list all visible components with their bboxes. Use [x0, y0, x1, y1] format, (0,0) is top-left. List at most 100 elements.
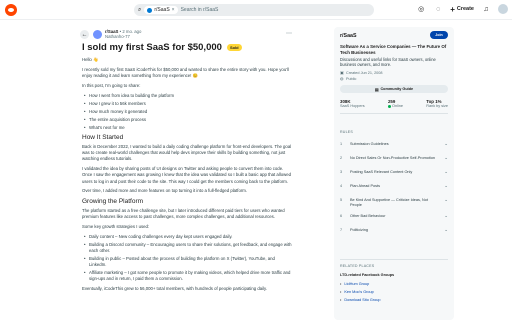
post-flair[interactable]: Sold [226, 44, 242, 51]
post-meta: r/SaaS • 2 mo. ago Nathanho-77 [105, 29, 141, 39]
list-item: What's next for me [84, 125, 292, 131]
post-author-link[interactable]: Nathanho-77 [105, 34, 130, 39]
ads-icon[interactable]: ◎ [416, 3, 426, 15]
list-item: How I grew it to 56k members [84, 101, 292, 107]
stat-members: 308K SaaS Hoppers [340, 99, 365, 108]
search-bar[interactable]: ⌕ r/SaaS × Search in r/SaaS [134, 4, 374, 16]
heading-how-it-started: How It Started [82, 133, 124, 141]
rule-number: 4 [340, 184, 343, 188]
heading-growing: Growing the Platform [82, 197, 144, 205]
close-icon[interactable]: × [172, 7, 175, 13]
join-button[interactable]: Join [430, 31, 448, 39]
top-bar: ⌕ r/SaaS × Search in r/SaaS ◎ ◌ + Create… [0, 0, 512, 20]
para-growing-1: The platform started as a free challenge… [82, 207, 285, 220]
create-button[interactable]: + Create [450, 3, 474, 15]
related-subheading: LTD-related Facebook Groups [340, 273, 395, 277]
rule-item[interactable]: 1 Submission Guidelines ⌄ [340, 139, 448, 153]
community-guide-button[interactable]: ▤ Community Guide [340, 85, 448, 93]
rule-text: Other Bad Behaviour [350, 213, 386, 218]
chevron-down-icon: ⌄ [444, 141, 448, 146]
post-title: I sold my first SaaS for $50,000 [82, 42, 222, 53]
plus-icon: + [450, 4, 455, 14]
para-going: In this post, I'm going to share: [82, 82, 141, 88]
sidebar-community-name[interactable]: r/SaaS [340, 33, 357, 39]
para-eventually: Eventually, iCodeThis grew to 56,000+ to… [82, 285, 268, 291]
para-started-3: Over time, I added more and more feature… [82, 188, 248, 194]
rule-text: No Direct Sales Or Non-Productive Self-P… [350, 156, 436, 160]
book-icon: ▤ [374, 87, 379, 92]
back-arrow-icon[interactable]: ← [80, 30, 89, 39]
post-title-row: I sold my first SaaS for $50,000 Sold [82, 42, 242, 53]
bell-icon[interactable]: ♫ [481, 3, 491, 15]
rule-text: Submission Guidelines [350, 142, 389, 146]
rule-item[interactable]: 7 Politicizing ⌄ [340, 225, 448, 239]
stat-label: Online [391, 104, 403, 108]
growth-list: Daily content – New coding challenges ev… [82, 234, 292, 283]
rule-number: 7 [340, 227, 343, 232]
rule-text: Politicizing [350, 227, 368, 232]
rule-text: Plan Ahead Posts [350, 184, 380, 188]
rules-heading: RULES [340, 130, 353, 134]
para-intro: I recently sold my first SaaS iCodeThis … [82, 66, 289, 78]
rule-item[interactable]: 2 No Direct Sales Or Non-Productive Self-… [340, 153, 448, 167]
para-growing-2: Some key growth strategies I used: [82, 223, 150, 229]
reddit-logo-icon[interactable] [5, 4, 17, 16]
list-item: The entire acquisition process [84, 117, 292, 123]
rule-text: Be Kind And Supportive — Criticize Ideas… [350, 198, 428, 207]
chevron-down-icon: ⌄ [444, 226, 448, 232]
rule-number: 6 [340, 213, 343, 218]
rule-number: 2 [340, 156, 343, 160]
chevron-down-icon: ⌄ [444, 212, 448, 218]
related-list: LtdHum Group Ken Moo's Group Download Si… [340, 282, 448, 306]
community-guide-label: Community Guide [380, 87, 414, 91]
stat-rank: Top 1% Rank by size [426, 99, 448, 108]
list-item: Building in public – Posted about the pr… [84, 256, 292, 268]
chevron-down-icon: ⌄ [444, 155, 448, 160]
subreddit-search-chip[interactable]: r/SaaS × [144, 6, 178, 14]
create-label: Create [456, 6, 474, 12]
chevron-down-icon: ⌄ [444, 169, 448, 174]
user-avatar[interactable] [498, 4, 508, 14]
list-item: Daily content – New coding challenges ev… [84, 234, 292, 240]
list-item: How I went from idea to building the pla… [84, 93, 292, 99]
related-link[interactable]: LtdHum Group [340, 282, 448, 286]
related-link[interactable]: Ken Moo's Group [340, 290, 448, 294]
list-item: How much money it generated [84, 109, 292, 115]
related-heading: RELATED PLACES [340, 264, 375, 268]
search-placeholder: Search in r/SaaS [180, 7, 219, 13]
more-icon[interactable]: ⋯ [286, 30, 292, 37]
rule-item[interactable]: 3 Posting SaaS Relevant Content Only ⌄ [340, 167, 448, 181]
post-container: ← r/SaaS • 2 mo. ago Nathanho-77 ⋯ I sol… [76, 26, 294, 320]
visibility: Public [346, 77, 357, 81]
stat-label: Rank by size [426, 104, 448, 108]
rule-number: 3 [340, 170, 343, 174]
rules-list: 1 Submission Guidelines ⌄ 2 No Direct Sales… [340, 139, 448, 239]
rule-text: Posting SaaS Relevant Content Only [350, 170, 413, 174]
chat-icon[interactable]: ◌ [433, 3, 443, 15]
online-dot-icon [387, 104, 391, 108]
stat-label-row: Online [387, 104, 403, 108]
subreddit-chip-label: r/SaaS [154, 7, 170, 13]
chevron-down-icon: ⌄ [444, 197, 448, 202]
para-started-1: Back in December 2022, I wanted to build… [82, 144, 292, 162]
subreddit-avatar[interactable] [93, 30, 102, 39]
stat-online: 259 Online [387, 99, 403, 108]
rule-item[interactable]: 5 Be Kind And Supportive — Criticize Idea… [340, 195, 448, 211]
divider [340, 259, 448, 260]
related-link[interactable]: Download Sito Group [340, 298, 448, 302]
list-item: Building a Discord community – Encouragi… [84, 242, 292, 254]
subreddit-chip-icon [147, 7, 153, 13]
sidebar-title: Software As a Service Companies — The Fu… [340, 44, 447, 55]
list-item: Affiliate marketing – I got some people … [84, 270, 292, 282]
community-stats: 308K SaaS Hoppers 259 Online Top 1% Rank… [340, 99, 448, 114]
rule-item[interactable]: 6 Other Bad Behaviour ⌄ [340, 211, 448, 225]
rule-number: 5 [340, 198, 343, 202]
created-date: Created Jun 21, 2008 [346, 71, 383, 75]
stat-label: SaaS Hoppers [340, 104, 365, 108]
chevron-down-icon: ⌄ [444, 183, 448, 188]
para-started-2: I validated the idea by sharing posts of… [82, 166, 292, 184]
post-body: Hello 👋 I recently sold my first SaaS iC… [82, 57, 292, 296]
rule-number: 1 [340, 142, 343, 146]
para-hello: Hello 👋 [82, 57, 99, 62]
rule-item[interactable]: 4 Plan Ahead Posts ⌄ [340, 181, 448, 195]
